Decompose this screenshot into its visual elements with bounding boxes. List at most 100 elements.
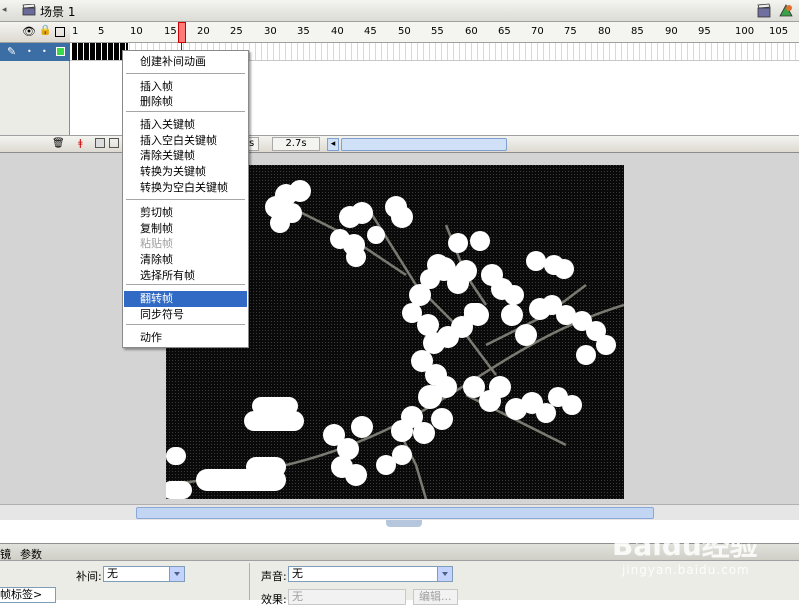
menu-item[interactable]: 转换为关键帧 <box>124 164 247 180</box>
blossom-cluster <box>252 397 298 415</box>
chevron-down-icon[interactable] <box>169 567 184 581</box>
tab-parameters[interactable]: 参数 <box>20 546 42 562</box>
timeline-scrollbar[interactable] <box>341 138 507 151</box>
ruler-number: 80 <box>598 26 611 37</box>
menu-separator <box>126 199 245 200</box>
blossom-cluster <box>246 457 286 477</box>
ruler-number: 50 <box>398 26 411 37</box>
effect-label: 效果: <box>261 593 287 606</box>
frame-label-field[interactable]: 帧标签> <box>0 587 56 603</box>
menu-item[interactable]: 选择所有帧 <box>124 268 247 284</box>
eye-icon[interactable]: 👁 <box>22 25 36 38</box>
blossom <box>526 251 546 271</box>
sound-select[interactable]: 无 <box>288 566 453 582</box>
edit-scene-icon[interactable] <box>757 3 773 18</box>
blossom <box>554 259 574 279</box>
trash-icon[interactable]: 🗑 <box>52 138 65 149</box>
menu-item[interactable]: 插入关键帧 <box>124 117 247 133</box>
blossom <box>270 213 290 233</box>
stage <box>0 152 799 504</box>
onion-outline-icon[interactable] <box>109 138 119 148</box>
scene-name[interactable]: 场景 1 <box>40 3 75 20</box>
tween-value: 无 <box>107 567 118 580</box>
sound-value: 无 <box>292 567 303 580</box>
blossom <box>455 260 477 282</box>
ruler-number: 25 <box>230 26 243 37</box>
onion-skin-icon[interactable] <box>95 138 105 148</box>
outline-icon[interactable] <box>55 27 65 37</box>
layer-header: 👁 🔒 <box>0 22 70 43</box>
menu-item[interactable]: 插入空白关键帧 <box>124 133 247 149</box>
lock-dot[interactable]: • <box>42 47 47 56</box>
menu-item[interactable]: 翻转帧 <box>124 291 247 307</box>
visibility-dot[interactable]: • <box>27 47 32 56</box>
ruler-number: 5 <box>98 26 105 37</box>
blossom <box>409 284 431 306</box>
sound-label: 声音: <box>261 570 287 583</box>
frame-context-menu: 创建补间动画 插入帧 删除帧插入关键帧 插入空白关键帧 清除关键帧 转换为关键帧 转换为空白… <box>122 50 249 348</box>
blossom <box>470 231 490 251</box>
layer-color-swatch[interactable] <box>56 47 65 56</box>
ruler-number: 15 <box>164 26 177 37</box>
menu-separator <box>126 324 245 325</box>
menu-item[interactable]: 插入帧 <box>124 79 247 95</box>
edit-symbol-icon[interactable] <box>778 3 794 18</box>
watermark: Baidu经验 jingyan.baidu.com <box>612 518 792 588</box>
panel-collapse-toggle[interactable] <box>386 520 422 527</box>
chevron-down-icon[interactable] <box>437 567 452 581</box>
ruler-number: 45 <box>364 26 377 37</box>
keyframe-run[interactable] <box>72 43 128 60</box>
ruler-number: 55 <box>431 26 444 37</box>
ruler-number: 90 <box>665 26 678 37</box>
scroll-left-arrow[interactable]: ◂ <box>327 138 339 151</box>
clapperboard-icon <box>22 4 36 16</box>
elapsed-time: 2.7s <box>272 137 320 151</box>
menu-item: 粘贴帧 <box>140 237 173 250</box>
menu-item[interactable]: 删除帧 <box>124 94 247 110</box>
center-frame-icon[interactable]: ǂ <box>78 138 83 149</box>
menu-item[interactable]: 剪切帧 <box>124 205 247 221</box>
ruler-number: 60 <box>465 26 478 37</box>
blossom <box>596 335 616 355</box>
menu-item[interactable]: 同步符号 <box>124 307 247 323</box>
ruler-number: 40 <box>331 26 344 37</box>
menu-separator <box>126 111 245 112</box>
ruler-number: 105 <box>769 26 789 37</box>
menu-separator <box>126 73 245 74</box>
blossom <box>501 304 523 326</box>
edit-button[interactable]: 编辑... <box>413 589 458 605</box>
lock-icon[interactable]: 🔒 <box>39 25 51 36</box>
blossom <box>418 385 442 409</box>
menu-item[interactable]: 清除关键帧 <box>124 148 247 164</box>
layer-footer: 🗑 <box>0 135 70 152</box>
watermark-url: jingyan.baidu.com <box>622 563 750 577</box>
blossom-cluster <box>166 447 186 465</box>
menu-item[interactable]: 转换为空白关键帧 <box>124 180 247 196</box>
ruler-number: 100 <box>735 26 755 37</box>
ruler-number: 30 <box>264 26 277 37</box>
ruler-number: 35 <box>297 26 310 37</box>
blossom <box>351 202 373 224</box>
layer-panel: 👁 🔒 ✎ • • 🗑 <box>0 22 70 152</box>
layer-row[interactable]: ✎ • • <box>0 43 70 61</box>
menu-item[interactable]: 清除帧 <box>124 252 247 268</box>
blossom <box>413 422 435 444</box>
tab-filters[interactable]: 镜 <box>0 546 11 562</box>
tween-label: 补间: <box>76 570 102 583</box>
playhead[interactable] <box>178 22 186 43</box>
blossom <box>346 247 366 267</box>
menu-item[interactable]: 创建补间动画 <box>124 54 247 70</box>
ruler-number: 95 <box>698 26 711 37</box>
menu-item[interactable]: 复制帧 <box>124 221 247 237</box>
blossom-cluster <box>464 303 486 323</box>
ruler-number: 1 <box>72 26 79 37</box>
ruler-number: 65 <box>498 26 511 37</box>
effect-select[interactable]: 无 <box>288 589 406 605</box>
menu-item[interactable]: 动作 <box>124 330 247 346</box>
back-arrow-icon[interactable]: ◂ <box>2 5 7 15</box>
stage-scrollbar-thumb[interactable] <box>136 507 654 519</box>
blossom <box>515 324 537 346</box>
ruler-number: 75 <box>564 26 577 37</box>
blossom <box>431 408 453 430</box>
tween-select[interactable]: 无 <box>103 566 185 582</box>
